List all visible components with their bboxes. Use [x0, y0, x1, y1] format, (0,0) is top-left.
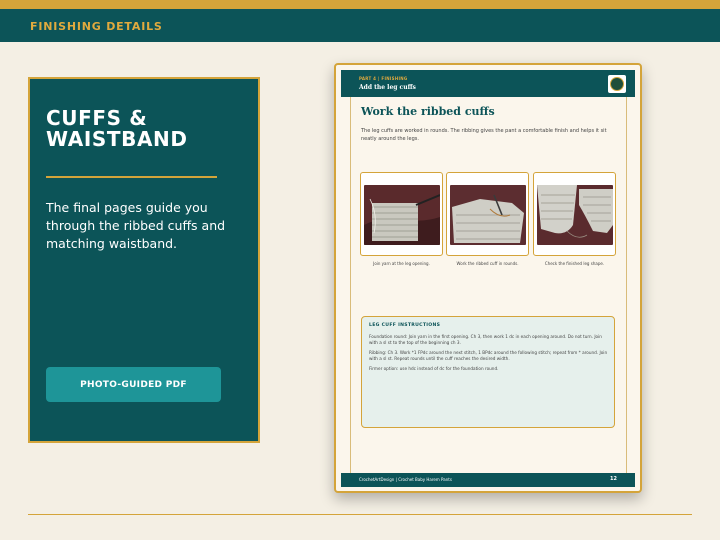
photo-image	[364, 185, 440, 245]
pattern-logo-icon	[608, 75, 626, 93]
instructions-title: LEG CUFF INSTRUCTIONS	[369, 323, 441, 328]
info-card: CUFFS & WAISTBAND The final pages guide …	[28, 77, 260, 443]
page-number: 12	[610, 476, 617, 482]
page-footer: CrochetArtDesign | Crochet Baby Harem Pa…	[341, 473, 635, 487]
card-title: CUFFS & WAISTBAND	[46, 106, 188, 151]
photo-caption: Join yarn at the leg opening.	[373, 261, 430, 266]
page-header: PART 4 | FINISHING Add the leg cuffs	[341, 70, 635, 97]
instructions-paragraph: Foundation round: Join yarn in the first…	[369, 334, 602, 346]
page-title: Work the ribbed cuffs	[361, 105, 495, 118]
card-description: The final pages guide you through the ri…	[46, 200, 226, 251]
footer-text: CrochetArtDesign | Crochet Baby Harem Pa…	[359, 477, 452, 482]
photo-image	[450, 185, 526, 245]
instructions-paragraph: Ribbing: Ch 3. Work *1 FPdc around the n…	[369, 350, 608, 362]
photo-join-yarn	[360, 172, 443, 256]
bottom-divider	[28, 514, 692, 515]
section-title: FINISHING DETAILS	[30, 20, 163, 33]
page-intro: The leg cuffs are worked in rounds. The …	[361, 128, 607, 142]
instructions-paragraph: Firmer option: use hdc instead of dc for…	[369, 366, 499, 371]
top-header-bar: FINISHING DETAILS	[0, 9, 720, 42]
instructions-box: LEG CUFF INSTRUCTIONS Foundation round: …	[361, 316, 615, 428]
page-header-subtitle: PART 4 | FINISHING	[359, 76, 408, 81]
top-accent-stripe	[0, 0, 720, 9]
photo-ribbed-cuff	[446, 172, 529, 256]
card-divider	[46, 176, 217, 178]
photo-guided-pdf-button[interactable]: PHOTO-GUIDED PDF	[46, 367, 221, 402]
pattern-page-preview: PART 4 | FINISHING Add the leg cuffs Wor…	[334, 63, 642, 493]
photo-image	[537, 185, 613, 245]
photo-caption: Check the finished leg shape.	[544, 261, 605, 266]
photo-finished-leg	[533, 172, 616, 256]
page-header-title: Add the leg cuffs	[359, 84, 416, 91]
photo-caption: Work the ribbed cuff in rounds.	[456, 261, 519, 266]
